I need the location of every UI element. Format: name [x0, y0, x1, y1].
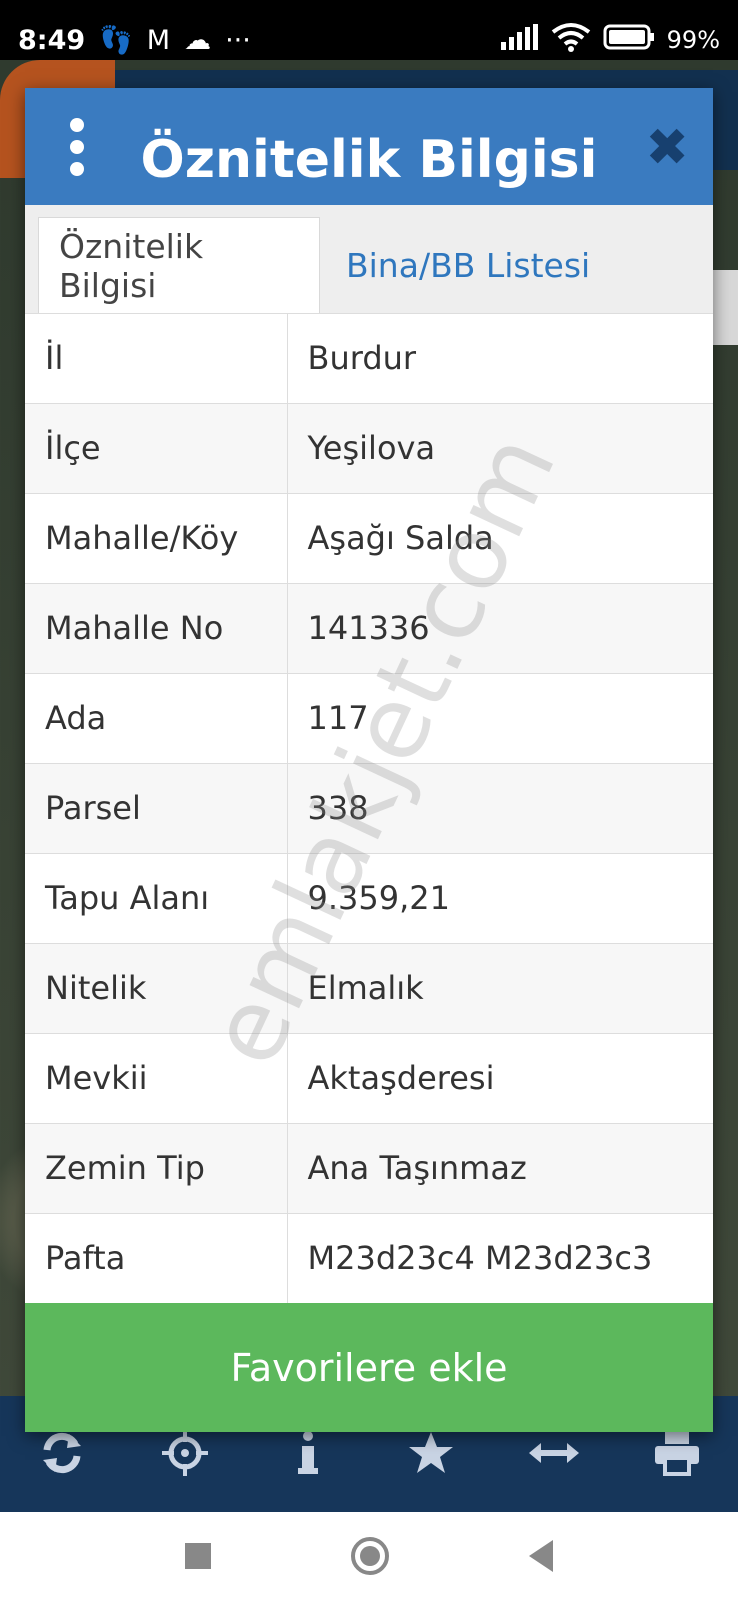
attribute-value: Yeşilova: [287, 403, 713, 494]
attribute-value: Aktaşderesi: [287, 1033, 713, 1124]
tab-bar: Öznitelik Bilgisi Bina/BB Listesi: [25, 205, 713, 313]
measure-icon[interactable]: [524, 1430, 584, 1484]
attribute-value: 338: [287, 763, 713, 854]
signal-icon: [500, 24, 539, 56]
clock: 8:49: [18, 24, 86, 56]
locate-icon[interactable]: [155, 1430, 215, 1484]
attribute-key: İl: [25, 313, 288, 404]
tab-attribute-info[interactable]: Öznitelik Bilgisi: [38, 217, 320, 313]
table-row: Pafta M23d23c4 M23d23c3: [25, 1213, 713, 1304]
close-icon[interactable]: ✖: [645, 122, 689, 174]
table-row: Tapu Alanı 9.359,21: [25, 853, 713, 944]
table-row: İlçe Yeşilova: [25, 403, 713, 494]
print-icon[interactable]: [647, 1430, 707, 1484]
attribute-key: Ada: [25, 673, 288, 764]
tab-building-list[interactable]: Bina/BB Listesi: [320, 217, 610, 313]
cloud-icon: ☁: [184, 24, 212, 56]
battery-icon: [603, 24, 655, 56]
table-row: Mevkii Aktaşderesi: [25, 1033, 713, 1124]
table-row: Mahalle/Köy Aşağı Salda: [25, 493, 713, 584]
dialog-title: Öznitelik Bilgisi: [140, 129, 598, 190]
add-to-favorites-button[interactable]: Favorilere ekle: [25, 1303, 713, 1432]
table-row: Ada 117: [25, 673, 713, 764]
dialog-header: Öznitelik Bilgisi ✖: [25, 88, 713, 205]
more-notifications-icon: ···: [225, 24, 251, 56]
attribute-key: Pafta: [25, 1213, 288, 1304]
table-row: Nitelik Elmalık: [25, 943, 713, 1034]
attribute-value: 141336: [287, 583, 713, 674]
footsteps-icon: 👣: [99, 25, 133, 56]
wifi-icon: [551, 22, 591, 58]
gmail-icon: M: [146, 24, 171, 56]
attribute-value: Burdur: [287, 313, 713, 404]
back-icon[interactable]: [529, 1540, 553, 1572]
more-options-icon[interactable]: [65, 118, 89, 184]
attribute-key: Nitelik: [25, 943, 288, 1034]
attribute-value: Aşağı Salda: [287, 493, 713, 584]
attribute-key: Parsel: [25, 763, 288, 854]
attribute-value: M23d23c4 M23d23c3: [287, 1213, 713, 1304]
attribute-table: İl Burdur İlçe Yeşilova Mahalle/Köy Aşağı Sal…: [25, 313, 713, 1391]
recent-apps-icon[interactable]: [185, 1543, 211, 1569]
refresh-icon[interactable]: [32, 1430, 92, 1484]
attribute-key: Tapu Alanı: [25, 853, 288, 944]
attribute-value: 117: [287, 673, 713, 764]
attribute-key: Mahalle/Köy: [25, 493, 288, 584]
attribute-value: 9.359,21: [287, 853, 713, 944]
attribute-key: Mevkii: [25, 1033, 288, 1124]
star-icon[interactable]: [401, 1430, 461, 1484]
table-row: İl Burdur: [25, 313, 713, 404]
info-icon[interactable]: [278, 1430, 338, 1484]
home-icon[interactable]: [351, 1537, 389, 1575]
attribute-key: Mahalle No: [25, 583, 288, 674]
table-row: Mahalle No 141336: [25, 583, 713, 674]
navigation-bar: [0, 1512, 738, 1600]
attribute-value: Elmalık: [287, 943, 713, 1034]
table-row: Parsel 338: [25, 763, 713, 854]
attribute-key: Zemin Tip: [25, 1123, 288, 1214]
battery-percent: 99%: [666, 26, 720, 54]
attribute-key: İlçe: [25, 403, 288, 494]
table-row: Zemin Tip Ana Taşınmaz: [25, 1123, 713, 1214]
attribute-value: Ana Taşınmaz: [287, 1123, 713, 1214]
attribute-info-dialog: Öznitelik Bilgisi ✖ Öznitelik Bilgisi Bi…: [25, 88, 713, 1432]
